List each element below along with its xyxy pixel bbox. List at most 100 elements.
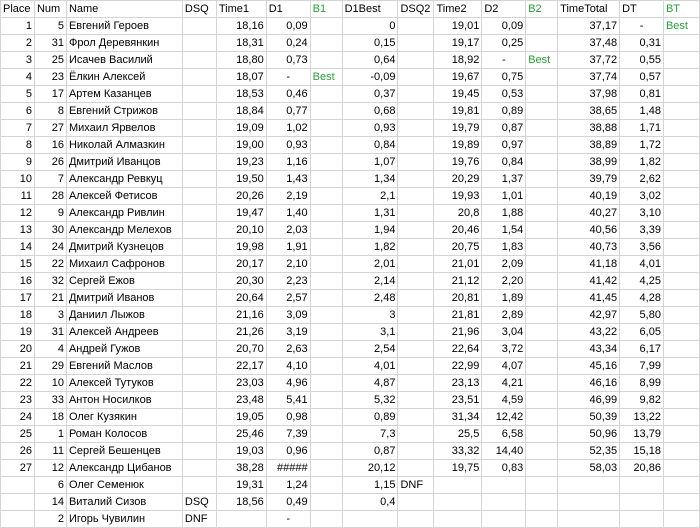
- cell-dsq2[interactable]: [397, 323, 435, 341]
- header-bt[interactable]: BT: [662, 0, 700, 18]
- cell-time2[interactable]: 22,99: [433, 357, 483, 375]
- cell-d1best[interactable]: 0,87: [341, 442, 399, 460]
- cell-time1[interactable]: 21,16: [215, 306, 267, 324]
- cell-place[interactable]: 15: [0, 255, 35, 273]
- cell-b2[interactable]: [525, 476, 559, 494]
- cell-d1best[interactable]: 3,1: [341, 323, 399, 341]
- cell-d1[interactable]: 2,57: [265, 289, 311, 307]
- cell-timetotal[interactable]: 50,39: [557, 408, 621, 426]
- cell-dt[interactable]: 4,28: [619, 289, 664, 307]
- cell-b2[interactable]: [525, 119, 559, 137]
- cell-dsq[interactable]: [181, 204, 217, 222]
- cell-name[interactable]: Александр Цибанов: [65, 459, 183, 477]
- cell-timetotal[interactable]: 40,56: [557, 221, 621, 239]
- cell-d2[interactable]: 3,04: [481, 323, 527, 341]
- cell-time1[interactable]: 20,70: [215, 340, 267, 358]
- cell-dsq2[interactable]: DNF: [397, 476, 435, 494]
- cell-b1[interactable]: [309, 272, 343, 290]
- cell-timetotal[interactable]: 41,18: [557, 255, 621, 273]
- cell-b1[interactable]: Best: [309, 68, 343, 86]
- cell-name[interactable]: Алексей Андреев: [65, 323, 183, 341]
- cell-time2[interactable]: 33,32: [433, 442, 483, 460]
- cell-time1[interactable]: 22,17: [215, 357, 267, 375]
- cell-b1[interactable]: [309, 221, 343, 239]
- cell-timetotal[interactable]: 38,89: [557, 136, 621, 154]
- cell-b1[interactable]: [309, 306, 343, 324]
- cell-name[interactable]: Евгений Маслов: [65, 357, 183, 375]
- header-timetotal[interactable]: TimeTotal: [557, 0, 621, 18]
- cell-time2[interactable]: 21,81: [433, 306, 483, 324]
- cell-dt[interactable]: 4,25: [619, 272, 664, 290]
- cell-d2[interactable]: 1,89: [481, 289, 527, 307]
- cell-d1best[interactable]: 0,64: [341, 51, 399, 69]
- cell-d1[interactable]: 0,49: [265, 493, 311, 511]
- cell-time1[interactable]: 19,23: [215, 153, 267, 171]
- cell-d2[interactable]: 0,25: [481, 34, 527, 52]
- cell-d2[interactable]: 4,59: [481, 391, 527, 409]
- cell-timetotal[interactable]: 38,65: [557, 102, 621, 120]
- cell-time1[interactable]: 19,05: [215, 408, 267, 426]
- cell-d1best[interactable]: 2,14: [341, 272, 399, 290]
- cell-d1best[interactable]: 2,48: [341, 289, 399, 307]
- cell-dt[interactable]: 0,55: [619, 51, 664, 69]
- cell-name[interactable]: Исачев Василий: [65, 51, 183, 69]
- cell-num[interactable]: 22: [33, 255, 67, 273]
- cell-name[interactable]: Дмитрий Иванов: [65, 289, 183, 307]
- cell-b2[interactable]: [525, 306, 559, 324]
- header-d1best[interactable]: D1Best: [341, 0, 399, 18]
- cell-d2[interactable]: 0,75: [481, 68, 527, 86]
- cell-bt[interactable]: [662, 204, 700, 222]
- cell-d2[interactable]: 4,21: [481, 374, 527, 392]
- header-time2[interactable]: Time2: [433, 0, 483, 18]
- cell-dt[interactable]: 20,86: [619, 459, 664, 477]
- cell-dsq2[interactable]: [397, 272, 435, 290]
- cell-time2[interactable]: 19,17: [433, 34, 483, 52]
- cell-dsq[interactable]: [181, 170, 217, 188]
- cell-b1[interactable]: [309, 476, 343, 494]
- cell-bt[interactable]: [662, 255, 700, 273]
- cell-timetotal[interactable]: [557, 510, 621, 528]
- cell-timetotal[interactable]: 42,97: [557, 306, 621, 324]
- cell-dsq[interactable]: [181, 255, 217, 273]
- cell-time1[interactable]: 19,50: [215, 170, 267, 188]
- cell-num[interactable]: 5: [33, 17, 67, 35]
- cell-time2[interactable]: 22,64: [433, 340, 483, 358]
- cell-d2[interactable]: [481, 493, 527, 511]
- cell-b1[interactable]: [309, 238, 343, 256]
- cell-b1[interactable]: [309, 391, 343, 409]
- cell-time2[interactable]: 19,81: [433, 102, 483, 120]
- cell-d1[interactable]: 2,19: [265, 187, 311, 205]
- cell-bt[interactable]: [662, 408, 700, 426]
- cell-b1[interactable]: [309, 255, 343, 273]
- cell-bt[interactable]: [662, 85, 700, 103]
- cell-name[interactable]: Евгений Стрижов: [65, 102, 183, 120]
- cell-num[interactable]: 3: [33, 306, 67, 324]
- header-dsq[interactable]: DSQ: [181, 0, 217, 18]
- cell-d2[interactable]: 1,01: [481, 187, 527, 205]
- cell-dsq2[interactable]: [397, 187, 435, 205]
- cell-place[interactable]: 6: [0, 102, 35, 120]
- cell-dsq2[interactable]: [397, 391, 435, 409]
- cell-name[interactable]: Артем Казанцев: [65, 85, 183, 103]
- cell-time1[interactable]: 19,03: [215, 442, 267, 460]
- cell-dsq[interactable]: [181, 323, 217, 341]
- cell-b2[interactable]: [525, 340, 559, 358]
- cell-dsq2[interactable]: [397, 221, 435, 239]
- header-name[interactable]: Name: [65, 0, 183, 18]
- cell-num[interactable]: 11: [33, 442, 67, 460]
- cell-dsq2[interactable]: [397, 289, 435, 307]
- cell-name[interactable]: Фрол Деревянкин: [65, 34, 183, 52]
- cell-b2[interactable]: [525, 425, 559, 443]
- cell-dt[interactable]: 1,71: [619, 119, 664, 137]
- cell-d2[interactable]: 2,09: [481, 255, 527, 273]
- cell-bt[interactable]: [662, 68, 700, 86]
- cell-dsq[interactable]: [181, 238, 217, 256]
- cell-timetotal[interactable]: 37,98: [557, 85, 621, 103]
- cell-b1[interactable]: [309, 51, 343, 69]
- cell-dsq[interactable]: [181, 272, 217, 290]
- cell-time1[interactable]: 20,26: [215, 187, 267, 205]
- cell-bt[interactable]: [662, 425, 700, 443]
- cell-dt[interactable]: 8,99: [619, 374, 664, 392]
- cell-time2[interactable]: 20,29: [433, 170, 483, 188]
- cell-b2[interactable]: [525, 102, 559, 120]
